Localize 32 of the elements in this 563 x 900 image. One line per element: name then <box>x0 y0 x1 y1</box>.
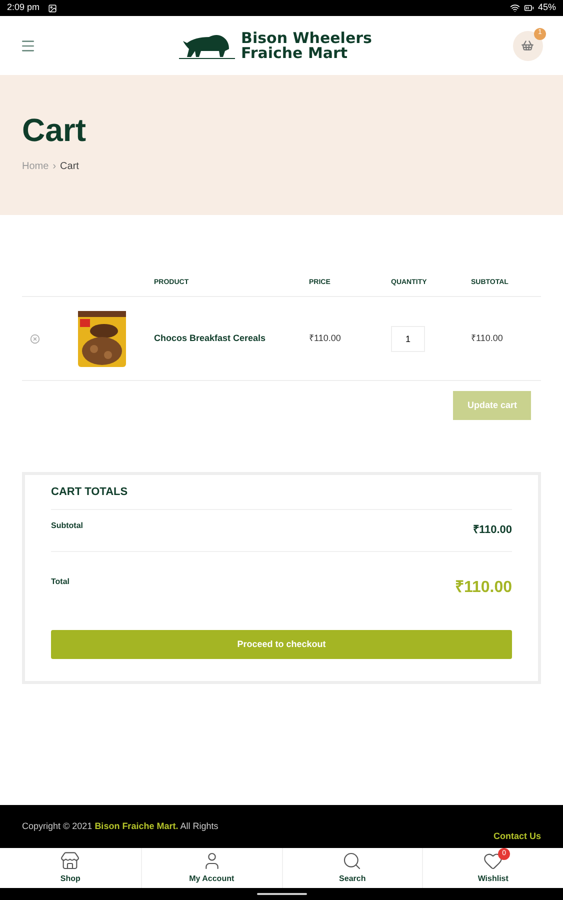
bottom-nav-tab[interactable]: Shop <box>0 848 141 888</box>
breadcrumb-current: Cart <box>60 160 79 174</box>
remove-icon <box>30 334 40 344</box>
total-label: Total <box>51 576 70 588</box>
menu-icon <box>20 38 36 54</box>
logo-text: Fraiche Mart <box>241 46 349 60</box>
search-icon <box>342 851 362 871</box>
brand-link[interactable]: Bison Fraiche Mart. <box>94 821 178 831</box>
totals-title: CART TOTALS <box>51 484 128 500</box>
heart-icon <box>483 851 504 871</box>
shop-icon <box>60 851 80 871</box>
subtotal-amount: ₹110.00 <box>472 523 512 538</box>
subtotal-label: Subtotal <box>51 520 83 532</box>
total-amount: ₹110.00 <box>454 578 512 598</box>
wifi-icon <box>510 3 520 13</box>
basket-icon <box>521 39 534 52</box>
page-title: Cart <box>22 113 88 147</box>
logo-text: Bison Wheelers <box>241 30 372 46</box>
image-icon <box>48 4 57 12</box>
contact-link[interactable]: Contact Us <box>493 820 541 844</box>
cart-button[interactable] <box>512 30 543 60</box>
product-name[interactable]: Chocos Breakfast Cereals <box>154 332 309 346</box>
battery-icon <box>524 3 534 13</box>
quantity-field[interactable]: 1 <box>391 326 425 352</box>
battery-level: 45% <box>538 1 556 14</box>
product-price: ₹110.00 <box>309 332 342 345</box>
status-time: 2:09 pm <box>7 1 40 14</box>
breadcrumb-separator-icon: › <box>52 159 56 174</box>
product-subtotal: ₹110.00 <box>471 332 504 345</box>
menu-button[interactable] <box>20 38 36 54</box>
copyright-text: Copyright © 2021 Bison Fraiche Mart. All Rights <box>22 820 218 833</box>
home-indicator <box>256 893 306 895</box>
